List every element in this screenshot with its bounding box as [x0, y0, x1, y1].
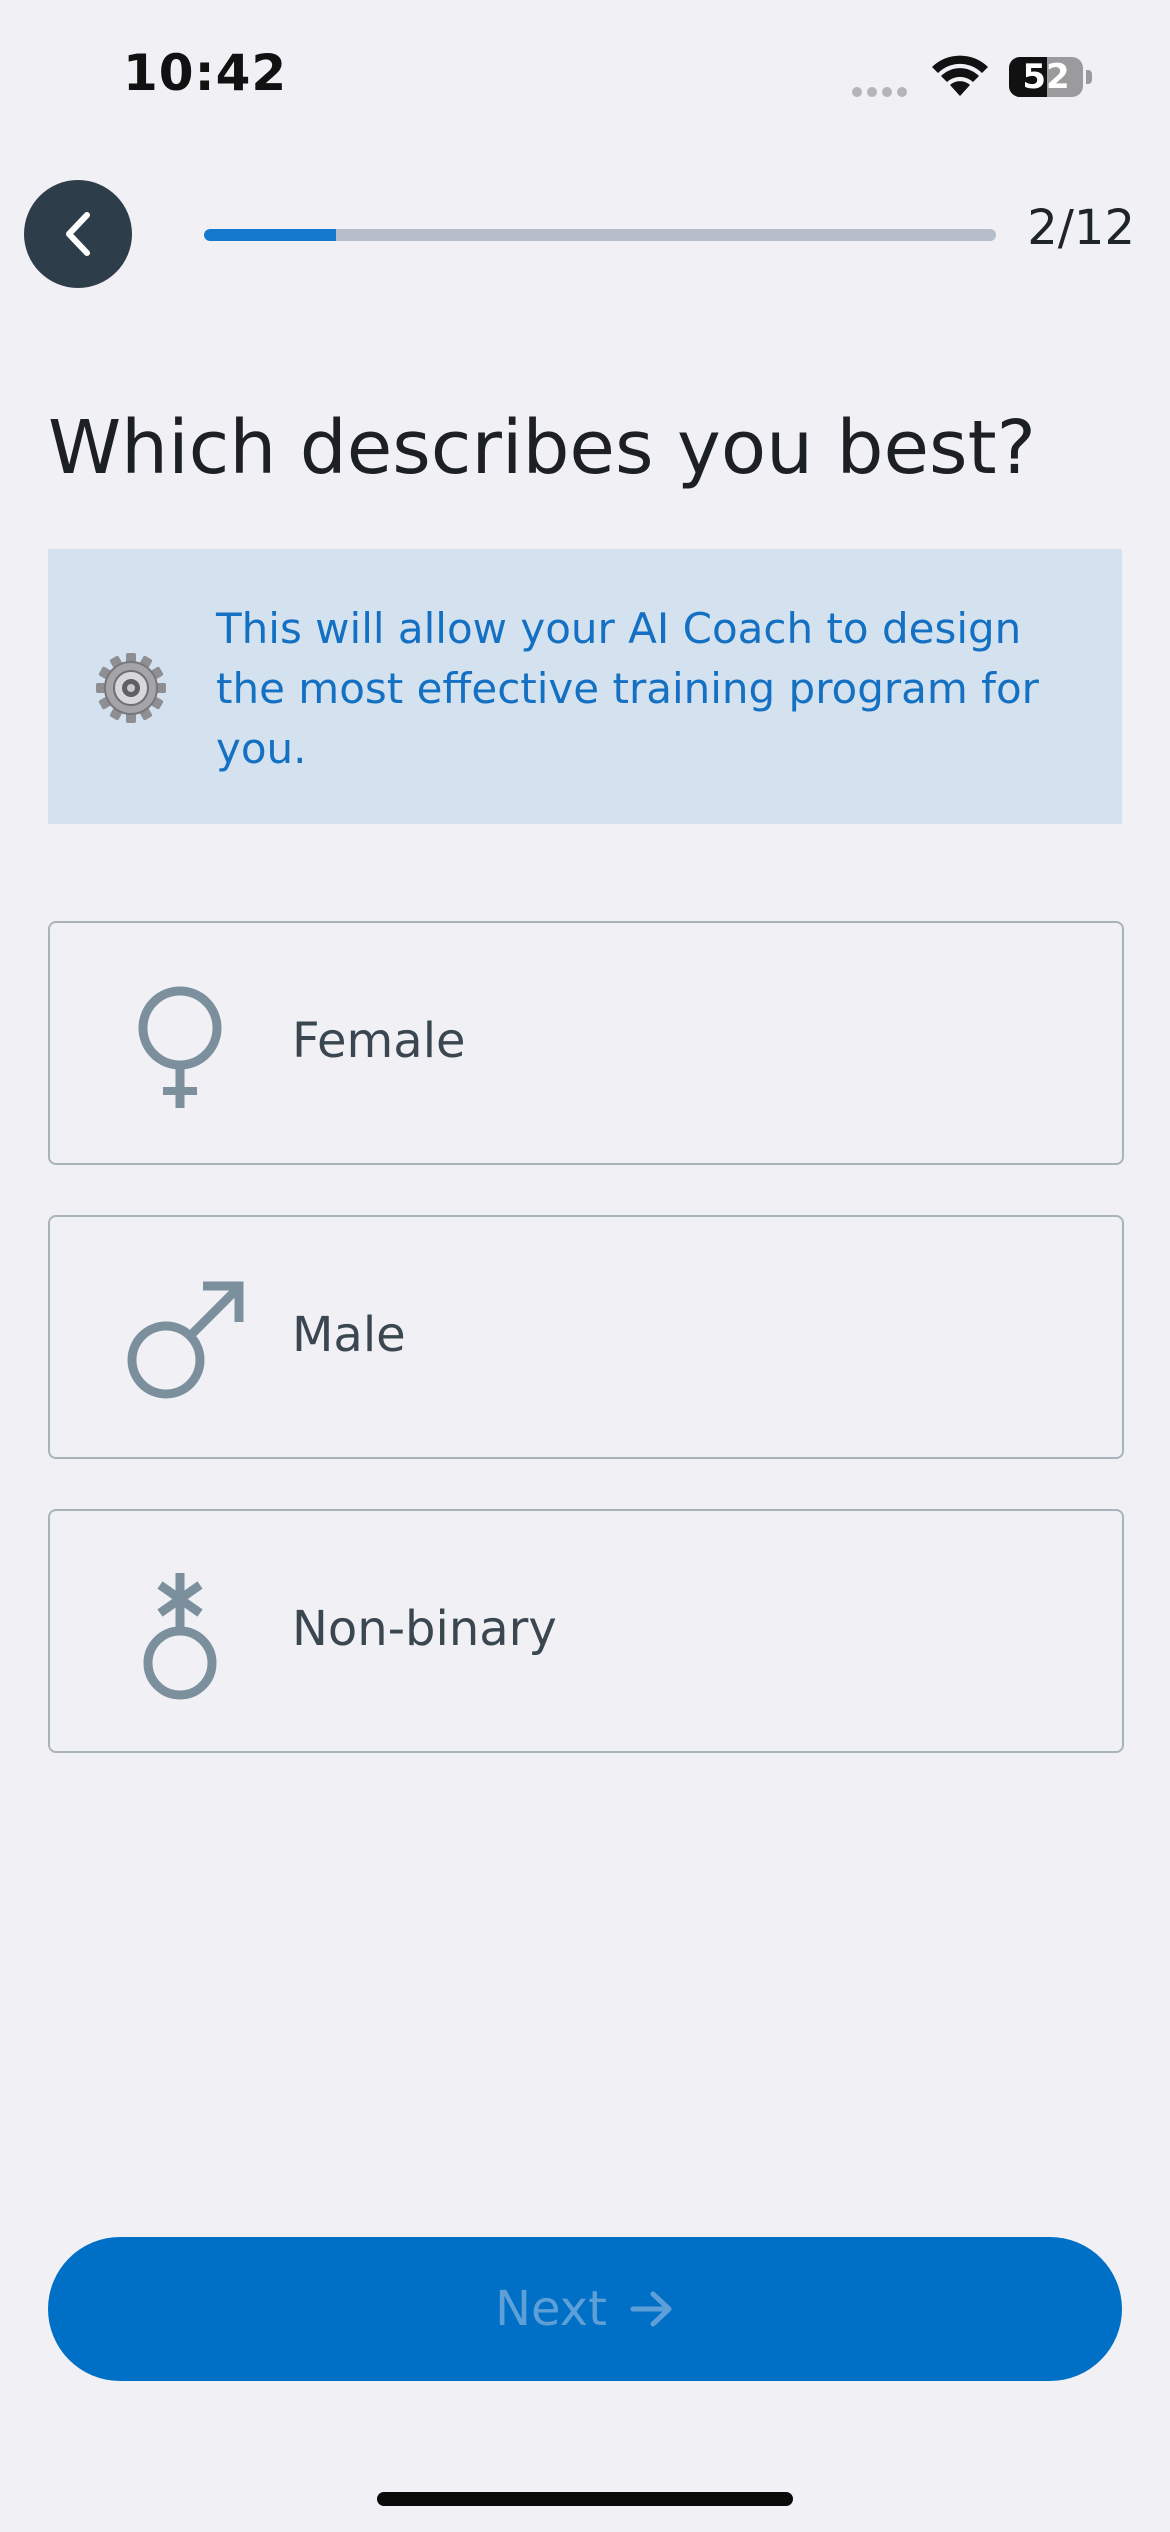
status-bar: 10:42 52 — [0, 0, 1170, 150]
option-male[interactable]: Male — [48, 1215, 1124, 1459]
next-button-label: Next — [495, 2281, 607, 2337]
info-text: This will allow your AI Coach to design … — [216, 604, 1039, 773]
next-button[interactable]: Next — [48, 2237, 1122, 2381]
battery-icon: 52 — [1009, 57, 1083, 97]
female-symbol-icon — [138, 986, 222, 1108]
progress-label: 2/12 — [1027, 200, 1135, 256]
cellular-signal-icon — [852, 82, 912, 101]
battery-cap — [1086, 70, 1092, 84]
option-label: Female — [292, 1013, 466, 1069]
arrow-right-icon — [630, 2291, 672, 2327]
battery-level: 52 — [1022, 57, 1070, 97]
back-button[interactable] — [24, 180, 132, 288]
option-label: Non-binary — [292, 1601, 557, 1657]
progress-bar — [204, 229, 996, 241]
chevron-left-icon — [66, 212, 90, 256]
info-banner: This will allow your AI Coach to design … — [48, 549, 1122, 824]
home-indicator — [377, 2492, 793, 2506]
nonbinary-symbol-icon — [143, 1573, 217, 1700]
option-female[interactable]: Female — [48, 921, 1124, 1165]
progress-bar-fill — [204, 229, 337, 241]
male-symbol-icon — [127, 1281, 244, 1399]
gear-icon — [96, 653, 166, 723]
option-label: Male — [292, 1307, 406, 1363]
page-title: Which describes you best? — [48, 405, 1036, 491]
status-time: 10:42 — [123, 44, 288, 102]
wifi-icon — [932, 55, 988, 96]
option-non-binary[interactable]: Non-binary — [48, 1509, 1124, 1753]
